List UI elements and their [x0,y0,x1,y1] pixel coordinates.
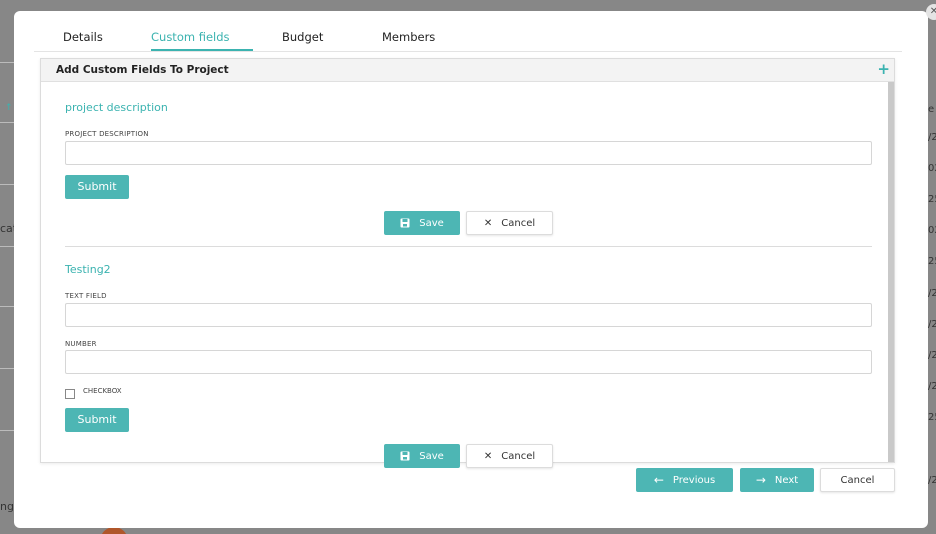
cancel-button[interactable]: Cancel [820,468,895,492]
background-cell: /2 [928,319,936,330]
background-row-line [0,368,14,369]
background-cell: 02 [928,163,936,174]
background-text-fragment: ng [0,500,14,513]
floppy-disk-icon [400,451,410,461]
cancel-button[interactable]: ✕ Cancel [466,444,553,468]
close-icon: ✕ [483,217,493,229]
panel-header: Add Custom Fields To Project + [41,59,894,82]
background-row-line [0,306,14,307]
project-modal: Details Custom fields Budget Members Add… [14,11,928,528]
save-button[interactable]: Save [384,444,460,468]
tab-budget[interactable]: Budget [282,30,323,44]
background-cell: 02 [928,225,936,236]
next-label: Next [774,474,799,486]
background-cell: /2 [928,288,936,299]
active-tab-indicator [151,49,253,51]
field-label: PROJECT DESCRIPTION [65,130,149,138]
background-row-line [0,246,14,247]
arrow-right-icon: → [755,473,766,487]
checkbox[interactable] [65,389,75,399]
tab-details[interactable]: Details [63,30,103,44]
save-label: Save [419,450,444,462]
save-label: Save [419,217,444,229]
background-cell: 25 [928,194,936,205]
cancel-label: Cancel [501,450,536,462]
submit-button[interactable]: Submit [65,408,129,432]
add-custom-field-icon[interactable]: + [877,60,890,78]
arrow-left-icon: ← [653,473,664,487]
background-row-line [0,62,14,63]
section-divider [65,246,872,247]
field-label: NUMBER [65,340,97,348]
project-description-input[interactable] [65,141,872,165]
custom-fields-panel: Add Custom Fields To Project + project d… [40,58,895,468]
section-title: project description [65,101,168,114]
cancel-button[interactable]: ✕ Cancel [466,211,553,235]
panel-title: Add Custom Fields To Project [56,64,229,76]
section-title: Testing2 [65,263,111,276]
submit-button[interactable]: Submit [65,175,129,199]
background-cell: e [928,104,935,115]
close-icon: ✕ [483,450,493,462]
previous-label: Previous [672,474,716,486]
background-cell: /2 [928,132,936,143]
number-input[interactable] [65,350,872,374]
background-cell: /2 [928,381,936,392]
floppy-disk-icon [400,218,410,228]
background-row-line [0,430,14,431]
tab-custom-fields[interactable]: Custom fields [151,30,230,44]
text-field-input[interactable] [65,303,872,327]
cancel-label: Cancel [840,474,875,486]
close-icon[interactable]: ✕ [926,4,936,20]
field-label: TEXT FIELD [65,292,107,300]
background-cell: /2 [928,475,936,486]
background-row-line [0,184,14,185]
tab-members[interactable]: Members [382,30,435,44]
checkbox-label: CHECKBOX [83,387,122,395]
background-cell: 25 [928,256,936,267]
sort-arrow-icon: ↑ [5,103,13,113]
panel-scrollbar[interactable] [888,82,894,462]
save-button[interactable]: Save [384,211,460,235]
previous-button[interactable]: ← Previous [636,468,733,492]
next-button[interactable]: → Next [740,468,814,492]
cancel-label: Cancel [501,217,536,229]
background-row-line [0,122,14,123]
tab-bar: Details Custom fields Budget Members [34,11,902,52]
background-cell: /2 [928,350,936,361]
background-cell: 25 [928,412,936,423]
